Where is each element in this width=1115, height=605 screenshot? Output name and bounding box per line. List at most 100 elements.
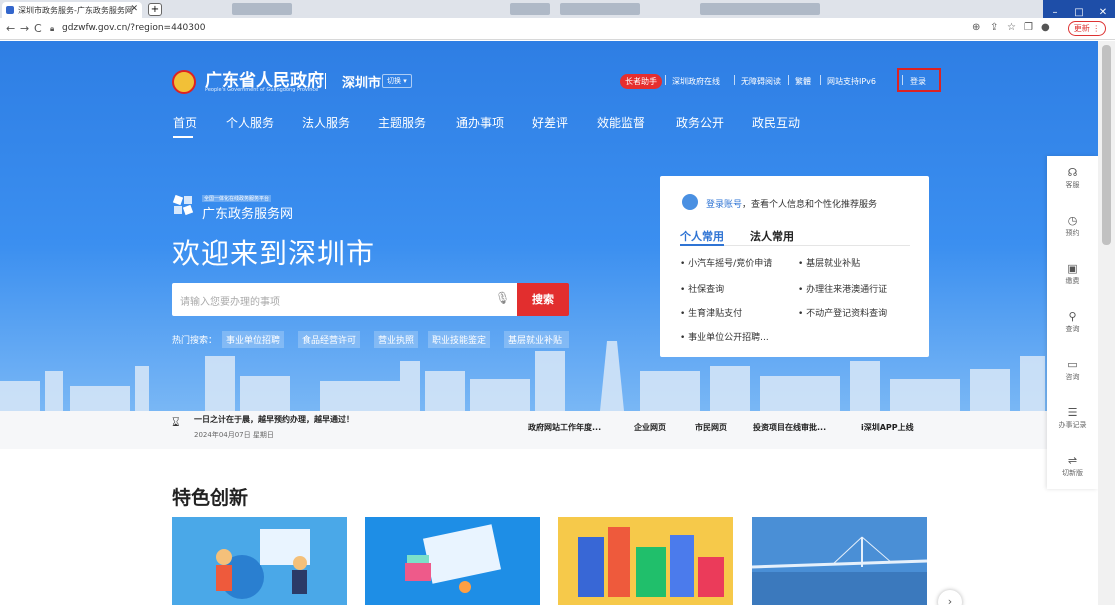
search-icon: ⚲	[1068, 310, 1077, 323]
service-item[interactable]: • 办理往来港澳通行证	[798, 282, 887, 295]
hero-banner	[0, 41, 1098, 411]
nav-home[interactable]: 首页	[173, 114, 197, 131]
sidepanel-icon[interactable]: ❐	[1024, 22, 1033, 33]
browser-tab[interactable]: 深圳市政务服务-广东政务服务网 ✕	[2, 2, 142, 18]
card-login-text: ，查看个人信息和个性化推荐服务	[742, 200, 878, 210]
service-item[interactable]: • 不动产登记资料查询	[798, 306, 887, 319]
hot-tag[interactable]: 事业单位招聘	[222, 331, 285, 348]
login-link[interactable]: 登录	[910, 76, 926, 87]
new-tab-button[interactable]: +	[148, 3, 162, 16]
forward-icon[interactable]: →	[20, 22, 29, 35]
nav-general-matters[interactable]: 通办事项	[456, 114, 504, 131]
platform-logo-icon	[172, 194, 194, 216]
switch-arrows-icon: ⇌	[1067, 454, 1078, 467]
quick-services-card: 登录账号，查看个人信息和个性化推荐服务 个人常用 法人常用 • 小汽车摇号/竞价…	[660, 176, 929, 357]
sidebar-item-service[interactable]: ☊ 客服	[1047, 166, 1098, 190]
reload-icon[interactable]: C	[34, 22, 42, 35]
sidebar-label: 切新版	[1062, 469, 1083, 477]
sidebar-item-query[interactable]: ⚲ 查询	[1047, 310, 1098, 334]
feature-card-image[interactable]	[365, 517, 540, 605]
blurred-tab[interactable]	[510, 3, 550, 15]
hot-tag[interactable]: 职业技能鉴定	[428, 331, 491, 348]
search-input[interactable]: 请输入您要办理的事项	[180, 293, 280, 308]
nav-themes[interactable]: 主题服务	[378, 114, 426, 131]
hot-tag[interactable]: 基层就业补贴	[504, 331, 569, 348]
nav-interaction[interactable]: 政民互动	[752, 114, 800, 131]
senior-assistant-button[interactable]: 长者助手	[620, 74, 662, 89]
user-avatar-icon	[682, 194, 698, 210]
blurred-tab[interactable]	[560, 3, 640, 15]
card-tab-indicator	[680, 244, 724, 246]
util-link-accessibility[interactable]: 无障碍阅读	[741, 76, 781, 87]
service-item[interactable]: • 社保查询	[680, 282, 724, 295]
floating-sidebar: ☊ 客服 ◷ 预约 ▣ 缴费 ⚲ 查询 ▭ 咨询 ☰ 办事记录 ⇌ 切新版	[1047, 156, 1098, 489]
util-link-traditional[interactable]: 繁體	[795, 76, 811, 87]
util-separator	[820, 75, 821, 85]
util-separator	[788, 75, 789, 85]
hot-tag[interactable]: 营业执照	[374, 331, 419, 348]
tab-legal-common[interactable]: 法人常用	[750, 228, 794, 244]
tab-close-icon[interactable]: ✕	[130, 4, 138, 14]
blurred-tab[interactable]	[232, 3, 292, 15]
tab-title: 深圳市政务服务-广东政务服务网	[18, 6, 133, 15]
service-label: 事业单位公开招聘...	[688, 333, 769, 343]
lock-icon[interactable]: 🔒︎	[50, 24, 54, 34]
feature-card-image[interactable]	[752, 517, 927, 605]
guangdong-emblem-icon[interactable]	[172, 70, 196, 94]
service-item[interactable]: • 小汽车摇号/竞价申请	[680, 256, 772, 269]
sidebar-item-consult[interactable]: ▭ 咨询	[1047, 358, 1098, 382]
page-scrollbar[interactable]	[1098, 41, 1115, 605]
current-city: 深圳市	[342, 76, 382, 91]
share-icon[interactable]: ⇪	[990, 22, 998, 33]
microphone-icon[interactable]: 🎙︎	[495, 291, 510, 305]
blurred-tab[interactable]	[700, 3, 820, 15]
profile-icon[interactable]: ●	[1041, 22, 1050, 33]
nav-gov-open[interactable]: 政务公开	[676, 114, 724, 131]
nav-legal-person[interactable]: 法人服务	[302, 114, 350, 131]
update-button[interactable]: 更新 ⋮	[1068, 21, 1106, 36]
service-item[interactable]: • 事业单位公开招聘...	[680, 330, 769, 343]
util-link-gov-online[interactable]: 深圳政府在线	[672, 76, 720, 87]
search-button[interactable]: 搜索	[517, 283, 569, 316]
switch-city-label: 切换	[387, 77, 401, 85]
scrollbar-thumb[interactable]	[1102, 45, 1111, 245]
search-box[interactable]: 请输入您要办理的事项 🎙︎	[172, 283, 517, 316]
back-icon[interactable]: ←	[6, 22, 15, 35]
tab-personal-common[interactable]: 个人常用	[680, 228, 724, 244]
platform-tagline: 全国一体化在线政务服务平台	[202, 195, 272, 202]
zoom-icon[interactable]: ⊕	[972, 22, 980, 33]
card-login-link[interactable]: 登录账号	[706, 200, 742, 210]
bookmark-star-icon[interactable]: ☆	[1007, 22, 1016, 33]
chat-icon: ▭	[1067, 358, 1078, 371]
quick-link[interactable]: 市民网页	[695, 422, 727, 433]
carousel-next-icon[interactable]: ›	[938, 590, 962, 605]
sidebar-item-appointment[interactable]: ◷ 预约	[1047, 214, 1098, 238]
nav-supervision[interactable]: 效能监督	[597, 114, 645, 131]
sidebar-label: 办事记录	[1058, 421, 1087, 429]
sidebar-item-payment[interactable]: ▣ 缴费	[1047, 262, 1098, 286]
service-item[interactable]: • 生育津贴支付	[680, 306, 742, 319]
util-link-ipv6[interactable]: 网站支持IPv6	[827, 76, 876, 87]
url-text[interactable]: gdzwfw.gov.cn/?region=440300	[62, 23, 205, 33]
sidebar-item-records[interactable]: ☰ 办事记录	[1047, 406, 1098, 430]
service-item[interactable]: • 基层就业补贴	[798, 256, 860, 269]
switch-city-button[interactable]: 切换 ▾	[382, 74, 412, 88]
payment-icon: ▣	[1067, 262, 1078, 275]
sidebar-item-new-version[interactable]: ⇌ 切新版	[1047, 454, 1098, 478]
hot-tag[interactable]: 食品经营许可	[298, 331, 361, 348]
feature-card-image[interactable]	[558, 517, 733, 605]
service-label: 不动产登记资料查询	[806, 309, 888, 319]
feature-card-image[interactable]	[172, 517, 347, 605]
sidebar-label: 咨询	[1065, 373, 1080, 381]
city-skyline	[0, 341, 1098, 411]
quick-link[interactable]: 投资项目在线审批...	[753, 422, 826, 433]
service-label: 基层就业补贴	[806, 259, 861, 269]
nav-personal[interactable]: 个人服务	[226, 114, 274, 131]
hourglass-icon: ⌛︎	[172, 415, 180, 429]
nav-rating[interactable]: 好差评	[532, 114, 568, 131]
quick-link[interactable]: 政府网站工作年度...	[528, 422, 601, 433]
platform-name: 广东政务服务网	[202, 207, 294, 222]
util-separator	[734, 75, 735, 85]
quick-link[interactable]: i深圳APP上线	[861, 422, 914, 433]
quick-link[interactable]: 企业网页	[634, 422, 666, 433]
